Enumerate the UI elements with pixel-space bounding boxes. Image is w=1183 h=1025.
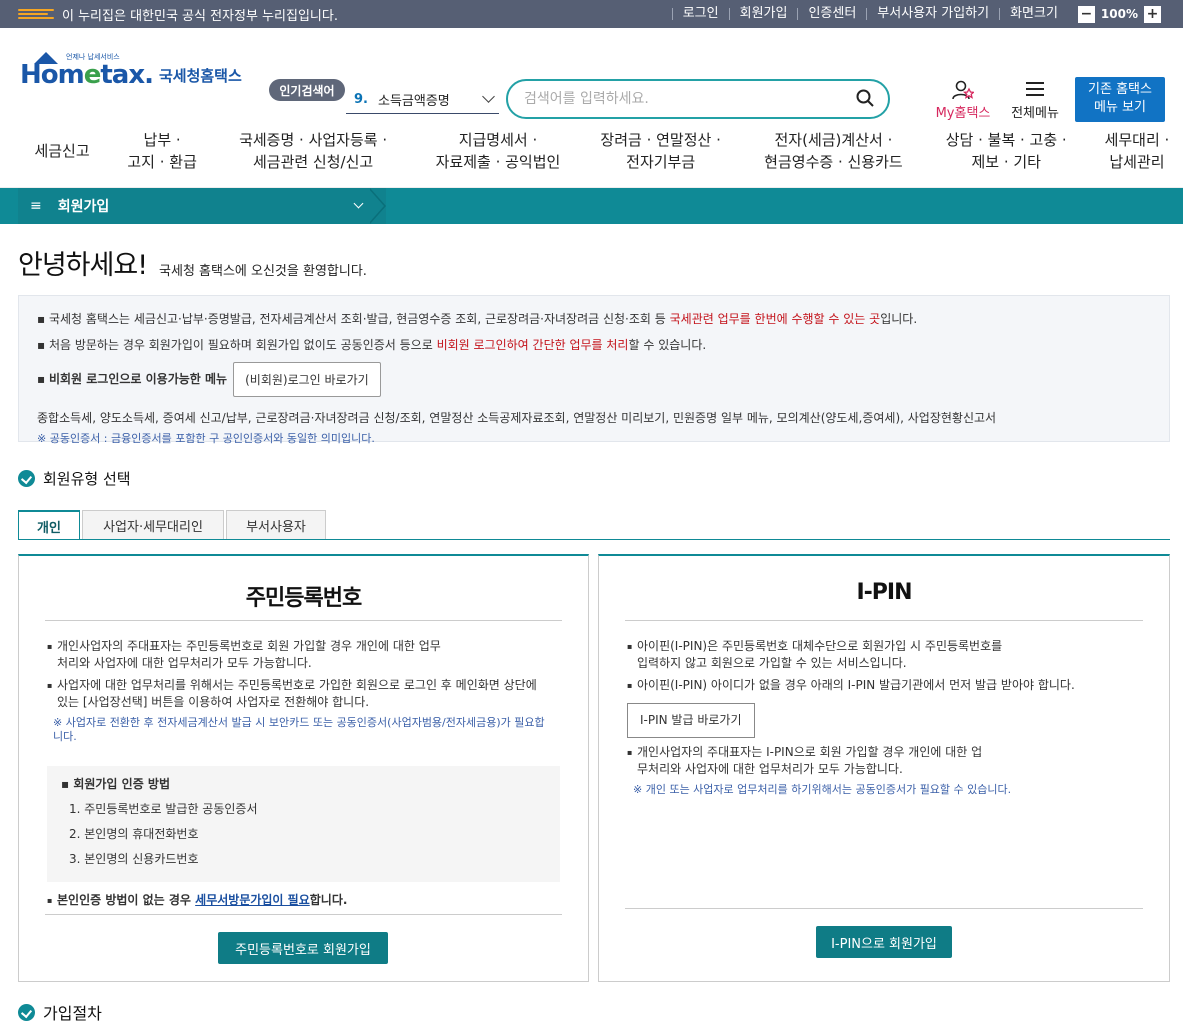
gnb-certificates[interactable]: 국세증명 · 사업자등록 · 세금관련 신청/신고 [216,129,410,173]
info-line-2: ▪ 처음 방문하는 경우 회원가입이 필요하며 회원가입 없이도 공동인증서 등… [37,338,707,352]
hamburger-icon [1026,82,1044,96]
gnb-e-invoice[interactable]: 전자(세금)계산서 · 현금영수증 · 신용카드 [741,129,925,173]
page-title: 안녕하세요! [18,250,148,281]
ipin-signup-button[interactable]: I-PIN으로 회원가입 [816,926,952,958]
top-notice-bar: 이 누리집은 대한민국 공식 전자정부 누리집입니다. 로그인 회원가입 인증센… [0,0,1183,28]
tab-individual[interactable]: 개인 [18,510,80,540]
right-note: ※ 개인 또는 사업자로 업무처리를 하기위해서는 공동인증서가 필요할 수 있… [633,783,1012,796]
tab-business[interactable]: 사업자·세무대리인 [82,510,224,540]
guest-login-button[interactable]: (비회원)로그인 바로가기 [233,362,381,397]
zoom-in-button[interactable]: + [1144,5,1161,23]
cert-center-link[interactable]: 인증센터 [797,7,866,20]
dept-user-signup-link[interactable]: 부서사용자 가입하기 [866,7,999,20]
site-header: 언제나 납세서비스 Hometax. 국세청홈택스 인기검색어 9. 소득금액증… [0,28,1183,122]
left-desc-2: 사업자에 대한 업무처리를 위해서는 주민등록번호로 가입한 회원으로 로그인 … [47,677,547,711]
current-menu-select[interactable]: ≡ 회원가입 [18,188,386,224]
auth-methods-title: ▪ 회원가입 인증 방법 [61,777,170,791]
search-box [506,79,890,119]
tax-office-visit-link[interactable]: 세무서방문가입이 필요 [195,893,310,907]
left-note: ※ 사업자로 전환한 후 전자세금계산서 발급 시 보안카드 또는 공동인증서(… [53,716,545,743]
gnb-incentives[interactable]: 장려금 · 연말정산 · 전자기부금 [588,129,733,173]
egov-logo-icon [18,7,54,21]
zoom-label: 화면크기 [999,7,1068,20]
ipin-issue-button[interactable]: I-PIN 발급 바로가기 [627,703,755,738]
auth-method-1: 1. 주민등록번호로 발급한 공동인증서 [69,802,258,816]
tab-department[interactable]: 부서사용자 [226,510,326,540]
greeting: 안녕하세요! 국세청 홈택스에 오신것을 환영합니다. [18,243,367,282]
all-menu-label: 전체메뉴 [1011,106,1059,121]
left-desc-1: 개인사업자의 주대표자는 주민등록번호로 회원 가입할 경우 개인에 대한 업무… [47,638,447,672]
section-signup-procedure: 가입절차 [18,1000,102,1024]
current-menu-label: 회원가입 [57,199,110,215]
section-member-type: 회원유형 선택 [18,468,131,489]
auth-method-3: 3. 본인명의 신용카드번호 [69,852,199,866]
gnb-tax-return[interactable]: 세금신고 [16,140,108,162]
left-desc-3: 본인인증 방법이 없는 경우 세무서방문가입이 필요합니다. [47,892,560,909]
ipin-panel: I-PIN 아이핀(I-PIN)은 주민등록번호 대체수단으로 회원가입 시 주… [598,554,1170,982]
zoom-value: 100% [1100,7,1138,21]
chevron-down-icon [482,90,495,103]
panel-title: 주민등록번호 [245,586,362,611]
search-icon[interactable] [856,89,874,107]
cert-note: ※ 공동인증서 : 금융인증서를 포함한 구 공인인증서와 동일한 의미입니다. [37,432,375,445]
guest-menu-list: 종합소득세, 양도소득세, 증여세 신고/납부, 근로장려금·자녀장려금 신청/… [37,411,997,425]
search-input[interactable] [524,91,844,107]
user-icon [952,80,974,100]
divider [45,914,562,915]
auth-methods-box: ▪ 회원가입 인증 방법 1. 주민등록번호로 발급한 공동인증서 2. 본인명… [47,766,560,882]
gnb-payment[interactable]: 납부 · 고지 · 환급 [116,129,208,173]
menu-list-icon: ≡ [30,198,42,214]
info-line-3: ▪ 비회원 로그인으로 이용가능한 메뉴 (비회원)로그인 바로가기 [37,362,1151,397]
divider [625,908,1143,909]
popular-search-badge: 인기검색어 [269,79,345,101]
tab-underline [18,539,1170,540]
breadcrumb-arrow-fill [368,188,384,224]
auth-method-2: 2. 본인명의 휴대전화번호 [69,827,199,841]
right-desc-3: 개인사업자의 주대표자는 I-PIN으로 회원 가입할 경우 개인에 대한 업무… [627,744,987,778]
popular-term: 소득금액증명 [377,93,450,109]
all-menu-button[interactable]: 전체메뉴 [1006,80,1064,121]
check-circle-icon [18,1003,35,1021]
hometax-logo[interactable]: 언제나 납세서비스 Hometax. 국세청홈택스 [20,48,242,88]
member-type-tabs: 개인 사업자·세무대리인 부서사용자 [18,510,328,540]
panel-title: I-PIN [856,580,912,605]
gov-notice-text: 이 누리집은 대한민국 공식 전자정부 누리집입니다. [62,8,338,24]
main-navigation: 세금신고 납부 · 고지 · 환급 국세증명 · 사업자등록 · 세금관련 신청/신… [0,114,1183,188]
house-icon [34,52,58,64]
logo-korean-name: 국세청홈택스 [158,67,242,85]
signup-link[interactable]: 회원가입 [728,7,798,20]
sub-navigation-bar: ≡ 회원가입 [0,188,1183,224]
right-desc-2: 아이핀(I-PIN) 아이디가 없을 경우 아래의 I-PIN 발급기관에서 먼… [627,677,1141,694]
chevron-down-icon [353,198,364,209]
info-line-1: ▪ 국세청 홈택스는 세금신고·납부·증명발급, 전자세금계산서 조회·발급, … [37,312,918,326]
divider [625,620,1143,621]
gnb-statements[interactable]: 지급명세서 · 자료제출 · 공익법인 [418,129,578,173]
divider [45,620,562,621]
section-title: 가입절차 [43,1004,102,1023]
check-circle-icon [18,470,35,487]
my-hometax-button[interactable]: My홈택스 [932,80,994,121]
page-subtitle: 국세청 홈택스에 오신것을 환영합니다. [159,264,367,279]
popular-rank: 9. [354,91,368,107]
resident-number-signup-button[interactable]: 주민등록번호로 회원가입 [218,932,388,964]
my-hometax-label: My홈택스 [935,106,991,121]
section-title: 회원유형 선택 [43,470,131,488]
gnb-tax-agent[interactable]: 세무대리 · 납세관리 [1091,129,1183,173]
login-link[interactable]: 로그인 [671,7,729,20]
resident-number-panel: 주민등록번호 개인사업자의 주대표자는 주민등록번호로 회원 가입할 경우 개인… [18,554,589,982]
info-box: ▪ 국세청 홈택스는 세금신고·납부·증명발급, 전자세금계산서 조회·발급, … [18,295,1170,445]
zoom-out-button[interactable]: − [1077,5,1095,23]
popular-search-select[interactable]: 9. 소득금액증명 [346,85,499,114]
logo-tagline: 언제나 납세서비스 [66,53,120,61]
right-desc-1: 아이핀(I-PIN)은 주민등록번호 대체수단으로 회원가입 시 주민등록번호를… [627,638,1007,672]
gnb-counseling[interactable]: 상담 · 불복 · 고충 · 제보 · 기타 [934,129,1079,173]
old-hometax-menu-button[interactable]: 기존 홈택스 메뉴 보기 [1075,77,1165,122]
